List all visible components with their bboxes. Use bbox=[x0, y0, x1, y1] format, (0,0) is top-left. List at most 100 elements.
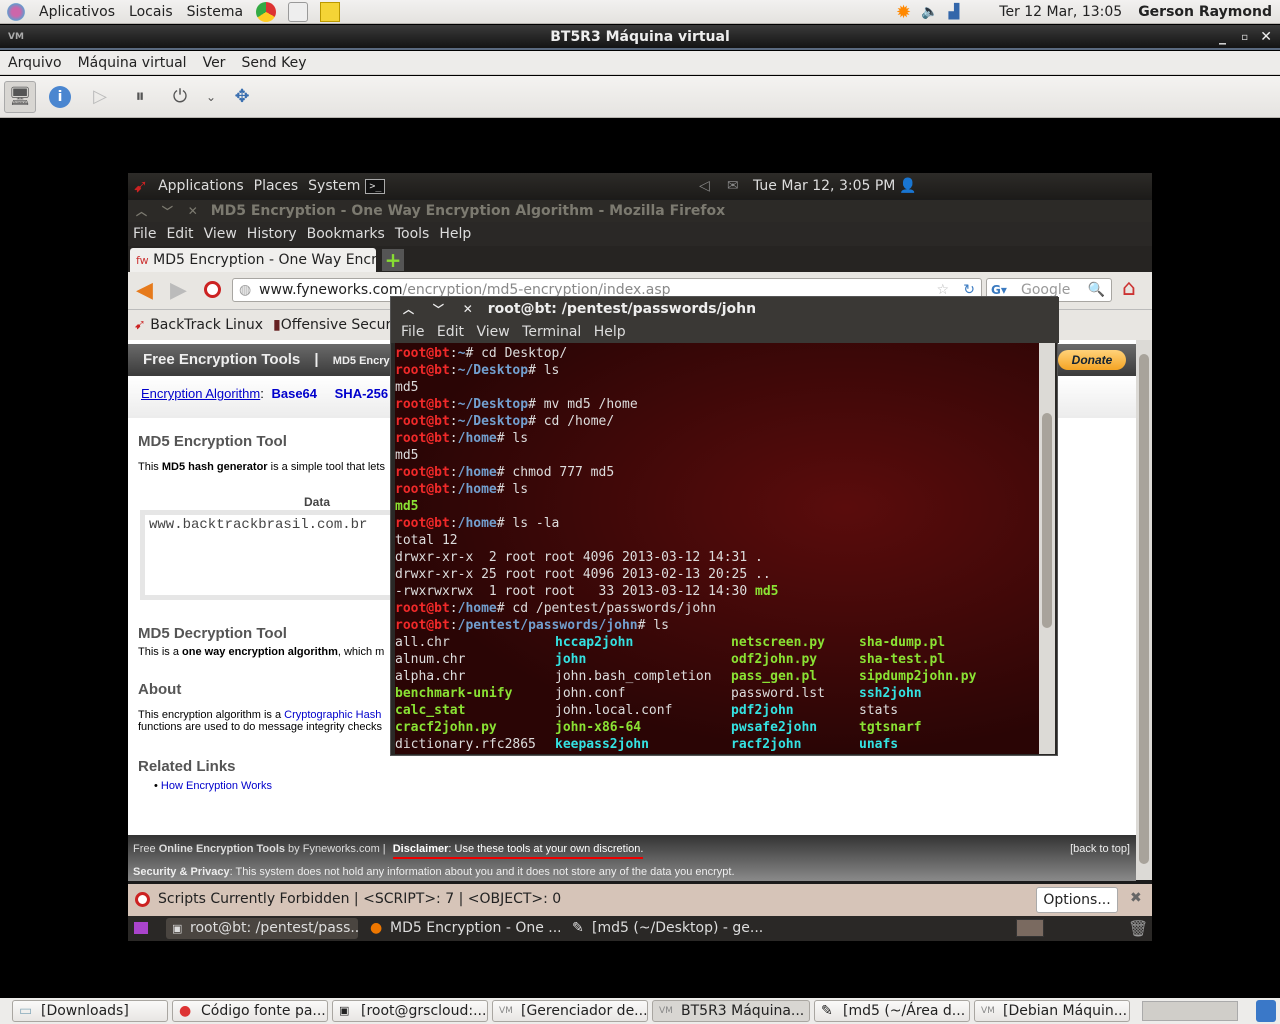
term-menu-file[interactable]: File bbox=[397, 324, 428, 340]
noscript-options-button[interactable]: Options... bbox=[1036, 887, 1118, 913]
back-button[interactable]: ◀ bbox=[136, 278, 153, 303]
host-workspace-switcher[interactable] bbox=[1142, 1001, 1238, 1021]
maximize-button[interactable]: ▫ bbox=[1241, 25, 1248, 50]
forward-button[interactable]: ▶ bbox=[170, 278, 187, 303]
volume-icon[interactable]: 🔈 bbox=[921, 4, 938, 20]
window-up-icon[interactable]: ︿ bbox=[136, 205, 147, 218]
ff-menu-history[interactable]: History bbox=[242, 226, 302, 242]
workspace-switcher[interactable] bbox=[1016, 919, 1044, 937]
vm-menu-ver[interactable]: Ver bbox=[195, 55, 234, 71]
ff-menu-edit[interactable]: Edit bbox=[161, 226, 198, 242]
search-icon[interactable]: 🔍 bbox=[1088, 279, 1105, 301]
algorithm-label-link[interactable]: Encryption Algorithm bbox=[141, 386, 260, 401]
home-icon[interactable]: ⌂ bbox=[1122, 276, 1136, 301]
scrollbar-thumb[interactable] bbox=[1139, 354, 1149, 864]
scrollbar-thumb[interactable] bbox=[1042, 413, 1052, 628]
guest-menu-places[interactable]: Places bbox=[249, 178, 304, 194]
noscript-icon[interactable] bbox=[204, 281, 221, 298]
host-task-terminal[interactable]: ▣ [root@grscloud:... bbox=[332, 1000, 488, 1022]
backtrack-logo-icon[interactable]: ➹ bbox=[128, 176, 153, 197]
network-signal-icon[interactable]: ▟ bbox=[948, 4, 959, 20]
weather-sun-icon[interactable]: ✹ bbox=[896, 2, 911, 23]
mail-clock-launcher-icon[interactable] bbox=[288, 1, 309, 22]
noscript-close-icon[interactable]: ✖ bbox=[1130, 890, 1142, 906]
vm-menu-send-key[interactable]: Send Key bbox=[233, 55, 314, 71]
fullscreen-button[interactable]: ✥ bbox=[226, 81, 258, 113]
host-task-debian-vm[interactable]: VM [Debian Máquin... bbox=[974, 1000, 1130, 1022]
ff-menu-tools[interactable]: Tools bbox=[390, 226, 435, 242]
window-down-icon[interactable]: ﹀ bbox=[433, 303, 444, 316]
ff-menu-file[interactable]: File bbox=[128, 226, 161, 242]
terminal-line: root@bt:~/Desktop# mv md5 /home bbox=[395, 396, 1039, 413]
host-menu-aplicativos[interactable]: Aplicativos bbox=[32, 4, 122, 20]
terminal-window[interactable]: ︿ ﹀ ✕ root@bt: /pentest/passwords/john F… bbox=[390, 296, 1059, 756]
close-button[interactable]: ✕ bbox=[1260, 25, 1272, 50]
guest-menu-applications[interactable]: Applications bbox=[153, 178, 249, 194]
notes-launcher-icon[interactable] bbox=[320, 1, 341, 22]
algo-sha256-link[interactable]: SHA-256 bbox=[335, 386, 388, 401]
term-menu-view[interactable]: View bbox=[472, 324, 513, 340]
term-menu-edit[interactable]: Edit bbox=[433, 324, 468, 340]
guest-task-terminal[interactable]: ▣ root@bt: /pentest/pass... bbox=[166, 918, 358, 939]
term-menu-terminal[interactable]: Terminal bbox=[518, 324, 585, 340]
terminal-line: md5 bbox=[395, 379, 1039, 396]
run-button[interactable]: ▷ bbox=[84, 81, 116, 113]
prompt-sep: : bbox=[449, 601, 458, 616]
host-task-vm-manager[interactable]: VM [Gerenciador de... bbox=[492, 1000, 648, 1022]
guest-user-switch-icon[interactable]: 👤 bbox=[894, 178, 921, 194]
guest-task-firefox[interactable]: ● MD5 Encryption - One ... bbox=[366, 918, 560, 939]
how-encryption-works-link[interactable]: How Encryption Works bbox=[161, 780, 272, 792]
power-button[interactable]: ⏻ bbox=[164, 81, 196, 113]
details-info-button[interactable]: i bbox=[44, 81, 76, 113]
guest-mail-icon[interactable]: ✉ bbox=[722, 178, 744, 194]
guest-menu-system[interactable]: System bbox=[303, 178, 365, 194]
host-user-name[interactable]: Gerson Raymond bbox=[1138, 4, 1272, 20]
page-scrollbar[interactable] bbox=[1136, 340, 1152, 880]
window-up-icon[interactable]: ︿ bbox=[403, 303, 414, 316]
vm-menu-arquivo[interactable]: Arquivo bbox=[0, 55, 70, 71]
host-task-gedit[interactable]: ✎ [md5 (~/Área d... bbox=[814, 1000, 970, 1022]
host-task-chrome[interactable]: ● Código fonte pa... bbox=[172, 1000, 328, 1022]
trash-icon[interactable]: 🗑 bbox=[1128, 919, 1148, 938]
window-close-icon[interactable]: ✕ bbox=[463, 302, 473, 316]
terminal-output[interactable]: root@bt:~# cd Desktop/root@bt:~/Desktop#… bbox=[395, 343, 1039, 754]
host-trash-icon[interactable] bbox=[1256, 1000, 1276, 1022]
ff-menu-help[interactable]: Help bbox=[434, 226, 476, 242]
terminal-scrollbar[interactable] bbox=[1039, 343, 1055, 754]
guest-volume-icon[interactable]: ◁ bbox=[694, 178, 715, 194]
guest-clock[interactable]: Tue Mar 12, 3:05 PM bbox=[748, 178, 900, 194]
window-down-icon[interactable]: ﹀ bbox=[162, 205, 173, 218]
data-textarea[interactable]: www.backtrackbrasil.com.br bbox=[140, 510, 400, 600]
host-task-bt5r3[interactable]: VM BT5R3 Máquina... bbox=[652, 1000, 810, 1022]
term-menu-help[interactable]: Help bbox=[590, 324, 630, 340]
command: # ls bbox=[637, 618, 669, 633]
algo-base64-link[interactable]: Base64 bbox=[271, 386, 317, 401]
host-task-downloads[interactable]: ▭ [Downloads] bbox=[12, 1000, 168, 1022]
ff-menu-bookmarks[interactable]: Bookmarks bbox=[302, 226, 390, 242]
window-close-icon[interactable]: ✕ bbox=[188, 204, 198, 218]
host-menu-locais[interactable]: Locais bbox=[122, 4, 180, 20]
minimize-button[interactable]: _ bbox=[1219, 25, 1226, 50]
command: # cd Desktop/ bbox=[465, 346, 568, 361]
chrome-launcher-icon[interactable] bbox=[256, 1, 277, 22]
tab-md5-encryption[interactable]: fw MD5 Encryption - One Way Encr... bbox=[130, 248, 376, 272]
show-desktop-icon[interactable] bbox=[134, 922, 148, 934]
power-dropdown-chevron-icon[interactable]: ⌄ bbox=[204, 81, 218, 113]
cryptographic-hash-link[interactable]: Cryptographic Hash bbox=[284, 709, 381, 721]
new-tab-button[interactable]: + bbox=[382, 249, 404, 271]
console-view-button[interactable]: 🖥 bbox=[4, 80, 36, 113]
bookmark-offensive-security[interactable]: ▮Offensive Secur bbox=[273, 317, 391, 333]
site-title[interactable]: Free Encryption Tools bbox=[143, 351, 300, 368]
back-to-top-link[interactable]: [back to top] bbox=[1070, 843, 1130, 855]
host-menu-sistema[interactable]: Sistema bbox=[180, 4, 250, 20]
donate-button[interactable]: Donate bbox=[1058, 350, 1126, 370]
bookmark-backtrack-linux[interactable]: ➹ BackTrack Linux bbox=[134, 317, 263, 333]
host-clock[interactable]: Ter 12 Mar, 13:05 bbox=[999, 4, 1122, 20]
terminal-launcher-icon[interactable]: >_ bbox=[365, 178, 386, 194]
pause-button[interactable]: ⏸ bbox=[124, 81, 156, 113]
guest-display[interactable]: ➹ Applications Places System >_ ◁ ✉ Tue … bbox=[128, 173, 1152, 941]
vm-menu-maquina-virtual[interactable]: Máquina virtual bbox=[70, 55, 195, 71]
url-domain: www.fyneworks.com bbox=[259, 282, 403, 298]
guest-task-gedit[interactable]: ✎ [md5 (~/Desktop) - ge... bbox=[568, 918, 764, 939]
ff-menu-view[interactable]: View bbox=[199, 226, 242, 242]
